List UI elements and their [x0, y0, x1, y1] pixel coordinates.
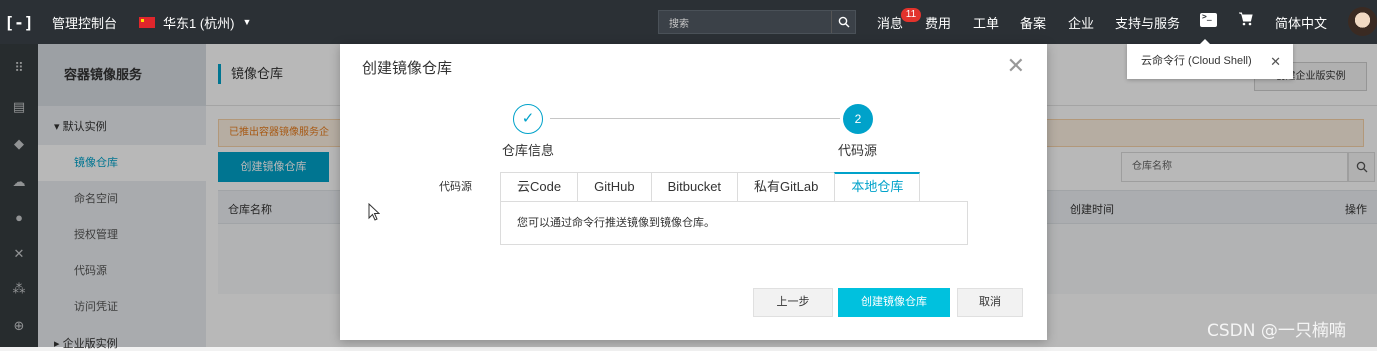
step-number-badge: 2 [843, 104, 873, 134]
nav-billing[interactable]: 费用 [925, 0, 951, 44]
nav-enterprise[interactable]: 企业 [1068, 0, 1094, 44]
tab-bitbucket[interactable]: Bitbucket [650, 172, 738, 202]
cloud-shell-tooltip: 云命令行 (Cloud Shell) ✕ [1127, 39, 1293, 79]
tab-yuncode[interactable]: 云Code [500, 172, 578, 202]
nav-tickets[interactable]: 工单 [973, 0, 999, 44]
create-repo-dialog: 创建镜像仓库 ✕ ✓ 2 仓库信息 代码源 代码源 云Code GitHub B… [340, 44, 1047, 340]
close-icon[interactable]: ✕ [1270, 44, 1281, 79]
step-connector [550, 118, 840, 119]
tab-private-gitlab[interactable]: 私有GitLab [737, 172, 835, 202]
search-icon[interactable] [831, 11, 855, 33]
cart-icon[interactable] [1238, 12, 1253, 30]
console-title[interactable]: 管理控制台 [52, 13, 117, 32]
search-input[interactable]: 搜索 [659, 15, 831, 30]
step-complete-check-icon: ✓ [513, 104, 543, 134]
step-label-repo-info: 仓库信息 [502, 143, 555, 158]
nav-support[interactable]: 支持与服务 [1115, 0, 1180, 44]
tab-github[interactable]: GitHub [577, 172, 651, 202]
tab-local-repo[interactable]: 本地仓库 [834, 172, 921, 202]
cancel-button[interactable]: 取消 [957, 288, 1023, 317]
region-selector[interactable]: 华东1 (杭州) ▼ [139, 13, 251, 32]
caret-down-icon: ▼ [242, 17, 252, 27]
aliyun-logo-icon[interactable]: [-] [0, 0, 38, 44]
code-source-tabs: 云Code GitHub Bitbucket 私有GitLab 本地仓库 [500, 172, 921, 202]
cloud-shell-tooltip-text: 云命令行 (Cloud Shell) [1141, 55, 1252, 67]
close-icon[interactable]: ✕ [1007, 54, 1025, 79]
nav-icp[interactable]: 备案 [1020, 0, 1046, 44]
cloud-shell-icon[interactable] [1200, 12, 1217, 27]
china-flag-icon [139, 16, 156, 28]
watermark: CSDN @一只楠喃 [1207, 321, 1346, 341]
previous-step-button[interactable]: 上一步 [753, 288, 833, 317]
code-source-label: 代码源 [439, 181, 472, 193]
message-count-badge: 11 [901, 8, 921, 22]
tab-panel-text: 您可以通过命令行推送镜像到镜像仓库。 [500, 201, 968, 245]
dialog-title: 创建镜像仓库 [362, 60, 453, 77]
mouse-cursor-icon [368, 203, 380, 221]
region-label: 华东1 (杭州) [163, 15, 235, 31]
create-repo-confirm-button[interactable]: 创建镜像仓库 [838, 288, 950, 317]
nav-messages[interactable]: 消息 [877, 0, 903, 44]
step-label-code-source: 代码源 [838, 143, 878, 158]
global-search[interactable]: 搜索 [658, 10, 856, 34]
language-selector[interactable]: 简体中文 [1275, 0, 1327, 44]
user-avatar[interactable] [1348, 7, 1377, 36]
